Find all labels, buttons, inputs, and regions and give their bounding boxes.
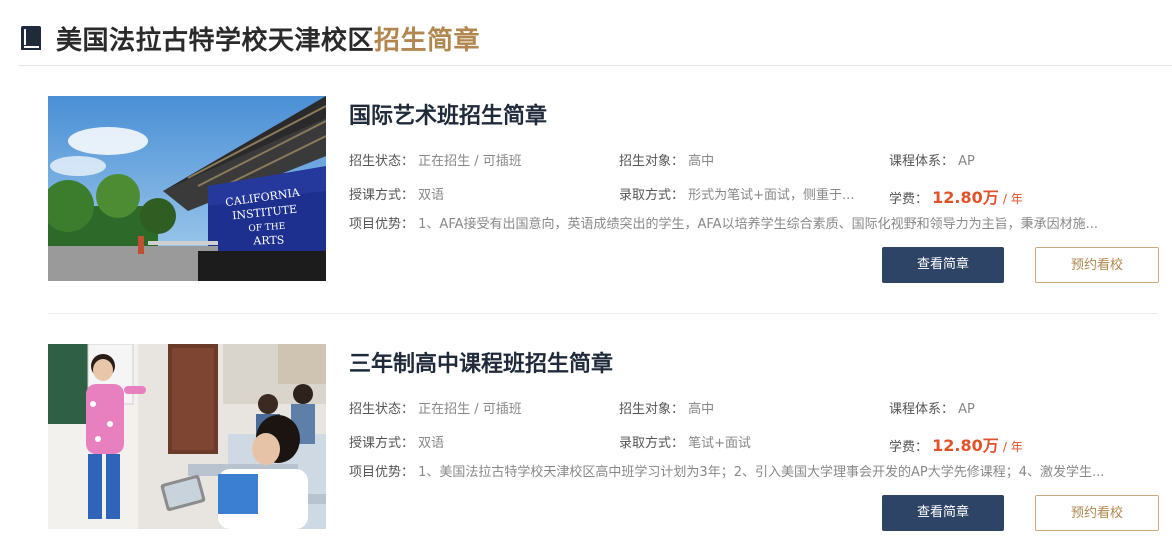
program-title[interactable]: 三年制高中课程班招生简章 [349,346,613,378]
fee-label: 学费： [889,440,929,455]
view-brochure-button[interactable]: 查看简章 [882,495,1004,531]
status-value: 正在招生 / 可插班 [418,402,522,417]
view-brochure-button[interactable]: 查看简章 [882,247,1004,283]
teaching-label: 授课方式： [349,188,415,203]
fee-label: 学费： [889,192,929,207]
curriculum-label: 课程体系： [889,402,955,417]
program-info: 三年制高中课程班招生简章 招生状态： 正在招生 / 可插班 招生对象： 高中 课… [349,344,1159,554]
curriculum-label: 课程体系： [889,154,955,169]
header-divider [18,65,1172,66]
advantage-value: 1、AFA接受有出国意向，英语成绩突出的学生，AFA以培养学生综合素质、国际化视… [418,217,1098,232]
admission-value: 笔试+面试 [688,436,752,451]
campus-sign-line-4: ARTS [252,233,284,247]
teaching-label: 授课方式： [349,436,415,451]
program-info: 国际艺术班招生简章 招生状态： 正在招生 / 可插班 招生对象： 高中 课程体系… [349,96,1159,306]
page-title-accent: 招生简章 [374,25,481,56]
curriculum-value: AP [958,154,975,169]
book-icon [20,25,42,51]
status-label: 招生状态： [349,402,415,417]
status-value: 正在招生 / 可插班 [418,154,522,169]
book-visit-button[interactable]: 预约看校 [1035,495,1159,531]
teaching-value: 双语 [418,436,445,451]
target-value: 高中 [688,402,715,417]
admission-label: 录取方式： [619,436,685,451]
fee-unit: / 年 [1002,192,1023,206]
program-card: 三年制高中课程班招生简章 招生状态： 正在招生 / 可插班 招生对象： 高中 课… [48,344,1159,554]
advantage-label: 项目优势： [349,465,415,480]
fee-value: 12.80万 [932,188,999,207]
card-divider [48,313,1158,314]
page-header: 美国法拉古特学校天津校区 招生简章 [20,14,1172,62]
target-value: 高中 [688,154,715,169]
program-image[interactable]: CALIFORNIA INSTITUTE OF THE ARTS [48,96,326,281]
advantage-label: 项目优势： [349,217,415,232]
fee-unit: / 年 [1002,440,1023,454]
target-label: 招生对象： [619,154,685,169]
advantage-value: 1、美国法拉古特学校天津校区高中班学习计划为3年；2、引入美国大学理事会开发的A… [418,465,1105,480]
status-label: 招生状态： [349,154,415,169]
teaching-value: 双语 [418,188,445,203]
program-image[interactable] [48,344,326,529]
curriculum-value: AP [958,402,975,417]
fee-value: 12.80万 [932,436,999,455]
target-label: 招生对象： [619,402,685,417]
book-visit-button[interactable]: 预约看校 [1035,247,1159,283]
program-card: CALIFORNIA INSTITUTE OF THE ARTS 国际艺术班招生… [48,96,1159,306]
page-title: 美国法拉古特学校天津校区 [56,25,375,56]
admission-label: 录取方式： [619,188,685,203]
admission-value: 形式为笔试+面试，侧重于... [688,188,855,203]
program-title[interactable]: 国际艺术班招生简章 [349,98,547,130]
